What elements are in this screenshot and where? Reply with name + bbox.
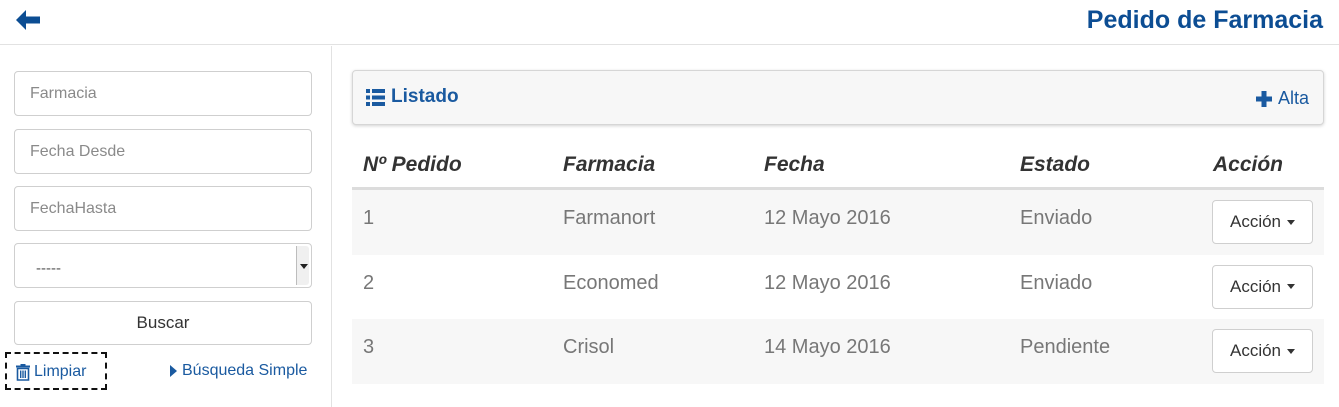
cell-fecha: 12 Mayo 2016 [764,271,891,294]
cell-numero: 1 [363,207,375,229]
trash-icon [16,363,30,381]
panel-title: Listado [366,86,459,108]
caret-right-icon [170,365,177,377]
limpiar-label: Limpiar [34,363,87,380]
table-row: 3 Crisol 14 Mayo 2016 Pendiente Acción [352,319,1324,384]
accion-label: Acción [1229,276,1282,296]
arrow-left-icon [16,10,40,30]
filter-sidebar: ----- Buscar Limpiar Búsqueda Simple [0,46,332,407]
table-row: 2 Economed 12 Mayo 2016 Enviado Acción [352,255,1324,320]
accion-label: Acción [1229,341,1282,360]
page-title: Pedido de Farmacia [1086,6,1323,34]
cell-numero: 2 [363,271,375,294]
caret-down-icon [1287,284,1296,289]
alta-button[interactable]: Alta [1255,88,1309,109]
back-button[interactable] [14,8,42,32]
busqueda-simple-link[interactable]: Búsqueda Simple [170,362,307,380]
list-icon [366,88,385,106]
cell-farmacia: Farmanort [563,207,656,229]
buscar-button[interactable]: Buscar [14,301,312,345]
accion-dropdown-button[interactable]: Acción [1212,329,1313,373]
busqueda-simple-label: Búsqueda Simple [182,362,308,379]
table-row: 1 Farmanort 12 Mayo 2016 Enviado Acción [352,190,1324,255]
estado-select-value: ----- [36,260,61,277]
fecha-desde-input[interactable] [14,129,312,174]
panel-title-label: Listado [391,86,459,107]
alta-label: Alta [1277,88,1309,108]
fecha-hasta-input[interactable] [14,186,312,231]
pedidos-table: Nº Pedido Farmacia Fecha Estado Acción 1… [352,140,1324,384]
limpiar-button[interactable]: Limpiar [5,352,107,390]
cell-farmacia: Crisol [563,336,615,358]
farmacia-input[interactable] [14,71,312,116]
cell-numero: 3 [363,336,375,358]
cell-estado: Enviado [1020,207,1093,229]
top-bar: Pedido de Farmacia [0,0,1339,45]
cell-estado: Pendiente [1020,336,1111,358]
cell-farmacia: Economed [563,271,659,294]
cell-estado: Enviado [1020,271,1093,294]
accion-dropdown-button[interactable]: Acción [1212,200,1313,244]
cell-fecha: 12 Mayo 2016 [764,207,891,229]
listado-panel-header: Listado Alta [352,70,1324,125]
accion-dropdown-button[interactable]: Acción [1212,264,1313,309]
column-header-estado: Estado [1020,153,1091,176]
accion-label: Acción [1229,212,1282,231]
caret-down-icon [1287,348,1296,354]
table-header: Nº Pedido Farmacia Fecha Estado Acción [352,140,1324,190]
column-header-fecha: Fecha [764,153,825,176]
cell-fecha: 14 Mayo 2016 [764,336,891,358]
caret-down-icon [1287,219,1296,225]
plus-icon [1255,90,1272,107]
column-header-numero: Nº Pedido [363,153,462,176]
column-header-accion: Acción [1213,153,1284,176]
column-header-farmacia: Farmacia [563,153,656,176]
estado-select[interactable]: ----- [14,243,312,288]
select-arrow-icon [296,246,309,285]
